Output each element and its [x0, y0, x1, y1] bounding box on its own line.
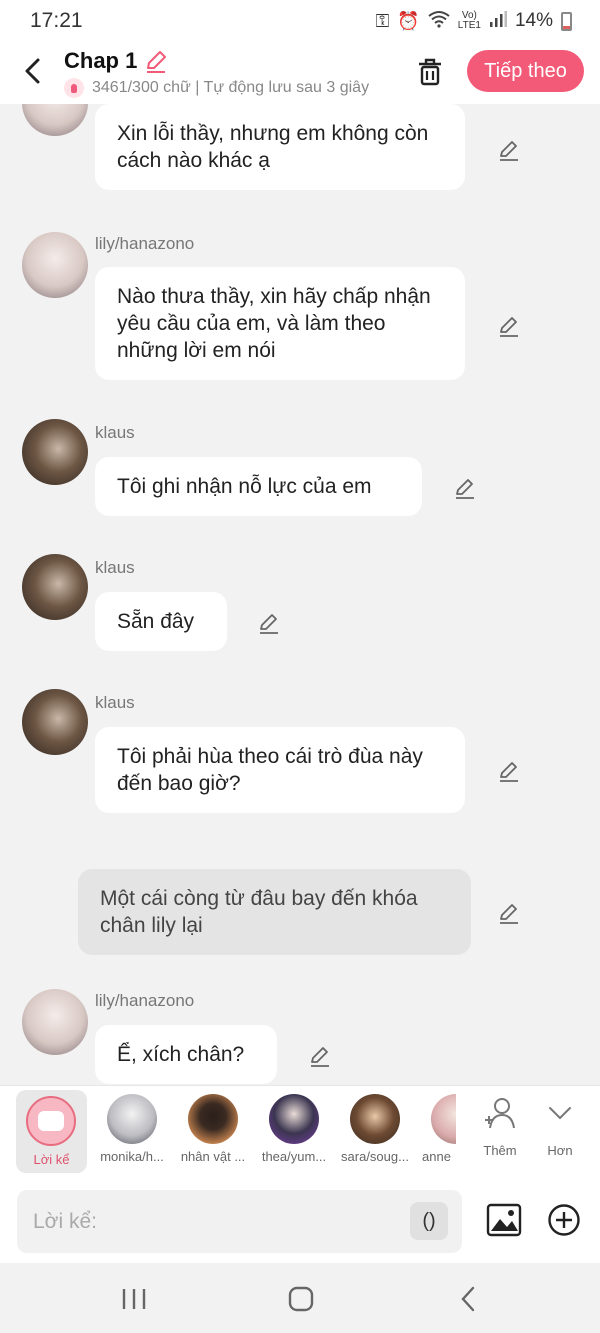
alarm-icon: ⏰ [397, 10, 420, 31]
character-item[interactable]: anne [416, 1094, 456, 1164]
speaker-name: klaus [95, 693, 135, 712]
add-person-icon [485, 1098, 515, 1129]
edit-pencil-icon[interactable] [453, 476, 477, 500]
narration-bubble[interactable]: Một cái còng từ đâu bay đến khóa chân li… [78, 869, 471, 955]
battery-icon [561, 11, 572, 31]
status-time: 17:21 [30, 9, 83, 32]
character-item[interactable]: sara/soug... [335, 1094, 415, 1164]
word-count-text: 3461/300 chữ | Tự động lưu sau 3 giây [92, 79, 370, 96]
narrator-selector[interactable]: Lời kể [16, 1090, 87, 1173]
avatar [22, 689, 88, 755]
volte-icon: Vo) LTE1 [457, 10, 481, 31]
speaker-name: klaus [95, 423, 135, 442]
edit-pencil-icon[interactable] [497, 314, 521, 338]
insert-image-icon[interactable] [486, 1202, 522, 1238]
message-input-wrap: () [17, 1190, 462, 1253]
character-picker: Lời kể monika/h... nhân vật ... thea/yum… [0, 1085, 600, 1181]
parentheses-button[interactable]: () [410, 1202, 448, 1240]
edit-title-pencil-icon[interactable] [143, 48, 169, 74]
character-item[interactable]: monika/h... [92, 1094, 172, 1164]
next-button[interactable]: Tiếp theo [467, 50, 584, 92]
character-item[interactable]: nhân vật ... [173, 1094, 253, 1164]
speaker-name: klaus [95, 558, 135, 577]
bell-icon [64, 78, 84, 98]
message-bubble[interactable]: Tôi phải hùa theo cái trò đùa này đến ba… [95, 727, 465, 813]
trash-icon[interactable] [414, 56, 446, 88]
system-nav-bar [0, 1263, 600, 1333]
chevron-down-icon [549, 1107, 571, 1120]
chapter-title: Chap 1 [64, 48, 138, 73]
add-circle-icon[interactable] [547, 1203, 581, 1237]
vpn-key-icon: ⚿ [375, 10, 390, 31]
narrator-label: Lời kể [33, 1152, 70, 1167]
character-name: anne [422, 1149, 451, 1164]
character-avatar [188, 1094, 238, 1144]
message-bubble[interactable]: Ể, xích chân? [95, 1025, 277, 1084]
character-avatar [269, 1094, 319, 1144]
character-name: nhân vật ... [180, 1149, 246, 1164]
wifi-icon [428, 10, 450, 33]
add-character-label: Thêm [483, 1143, 517, 1158]
character-name: sara/soug... [341, 1149, 409, 1164]
message-bubble[interactable]: Xin lỗi thầy, nhưng em không còn cách nà… [95, 104, 465, 190]
edit-pencil-icon[interactable] [497, 901, 521, 925]
message-bubble[interactable]: Sẵn đây [95, 592, 227, 651]
edit-pencil-icon[interactable] [308, 1044, 332, 1068]
chevron-left-icon [25, 58, 40, 84]
more-characters-button[interactable]: Hơn [538, 1096, 582, 1158]
add-character-button[interactable]: Thêm [478, 1096, 522, 1158]
edit-pencil-icon[interactable] [497, 759, 521, 783]
chat-area[interactable]: Xin lỗi thầy, nhưng em không còn cách nà… [0, 104, 600, 1085]
edit-pencil-icon[interactable] [497, 138, 521, 162]
narration-icon [26, 1096, 76, 1146]
speaker-name: lily/hanazono [95, 234, 195, 253]
character-name: monika/h... [100, 1149, 164, 1164]
character-item[interactable]: thea/yum... [254, 1094, 334, 1164]
more-characters-label: Hơn [547, 1143, 573, 1158]
character-avatar [350, 1094, 400, 1144]
editor-header: Chap 1 3461/300 chữ | Tự động lưu sau 3 … [0, 42, 600, 104]
signal-icon [489, 10, 507, 32]
avatar [22, 104, 88, 136]
battery-percent: 14% [514, 10, 553, 31]
character-avatar [107, 1094, 157, 1144]
character-avatar [431, 1094, 456, 1144]
avatar [22, 989, 88, 1055]
status-bar: 17:21 ⚿ ⏰ Vo) LTE1 14% [0, 0, 600, 42]
avatar [22, 419, 88, 485]
avatar [22, 554, 88, 620]
message-input[interactable] [33, 1190, 393, 1253]
character-name: thea/yum... [261, 1149, 327, 1164]
speaker-name: lily/hanazono [95, 991, 195, 1010]
avatar [22, 232, 88, 298]
edit-pencil-icon[interactable] [257, 611, 281, 635]
back-button[interactable] [18, 54, 48, 88]
home-icon[interactable] [281, 1285, 321, 1313]
composer: () [0, 1181, 600, 1263]
message-bubble[interactable]: Nào thưa thầy, xin hãy chấp nhận yêu cầu… [95, 267, 465, 380]
chapter-title-row: Chap 1 [64, 48, 169, 74]
message-bubble[interactable]: Tôi ghi nhận nỗ lực của em [95, 457, 422, 516]
status-icons: ⚿ ⏰ Vo) LTE1 14% [376, 10, 572, 33]
recent-apps-icon[interactable] [114, 1285, 154, 1313]
word-count-row: 3461/300 chữ | Tự động lưu sau 3 giây [64, 78, 394, 98]
system-back-icon[interactable] [449, 1285, 489, 1313]
